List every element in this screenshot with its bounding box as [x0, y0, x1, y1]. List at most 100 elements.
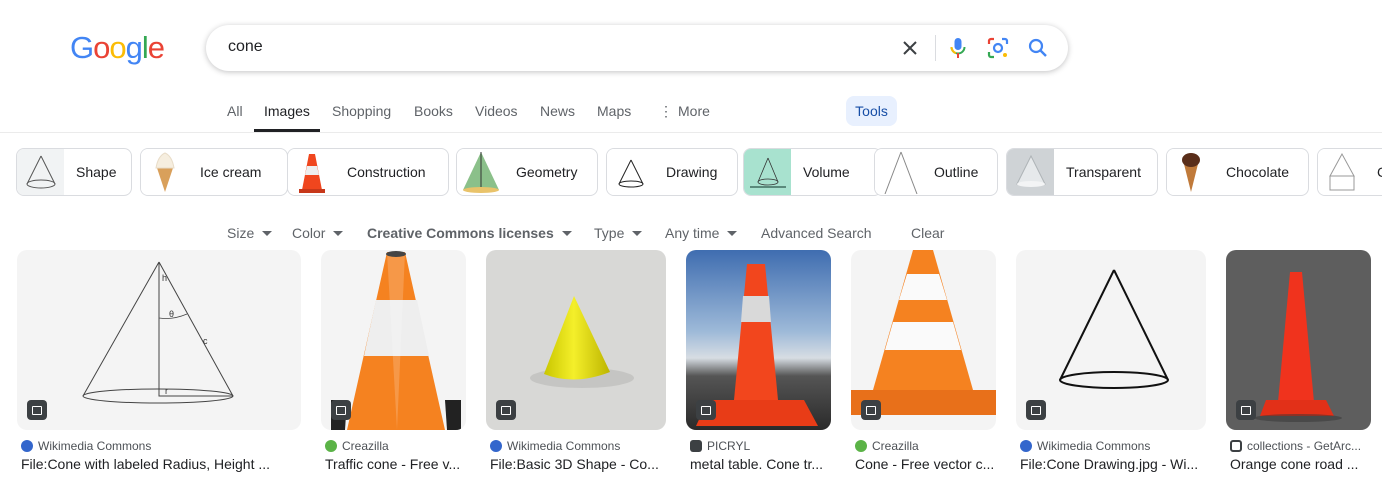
label-c: c [203, 336, 208, 346]
dropdown-caret-icon [262, 230, 273, 236]
tab-maps[interactable]: Maps [597, 103, 631, 119]
chip-label: Drawing [666, 164, 718, 180]
result-image[interactable] [486, 250, 666, 430]
advanced-search-link[interactable]: Advanced Search [761, 225, 872, 241]
image-type-icon [1026, 400, 1046, 420]
result-source[interactable]: Creazilla [855, 439, 919, 453]
result-source[interactable]: collections - GetArc... [1230, 439, 1361, 453]
chip-thumbnail [875, 149, 922, 195]
result-title[interactable]: Cone - Free vector c... [855, 456, 996, 472]
chip-volume[interactable]: Volume [743, 148, 882, 196]
filter-label: Color [292, 225, 326, 241]
search-input[interactable] [228, 38, 868, 56]
logo-letter: e [147, 30, 165, 65]
more-vert-icon: ⋮ [659, 103, 673, 119]
chip-label: Outline [934, 164, 979, 180]
result-source[interactable]: Wikimedia Commons [1020, 439, 1150, 453]
chip-thumbnail [288, 149, 335, 195]
tab-images[interactable]: Images [264, 103, 310, 119]
source-name: Wikimedia Commons [38, 439, 152, 453]
result-image[interactable] [1226, 250, 1371, 430]
image-result[interactable]: PICRYL metal table. Cone tr... [686, 250, 831, 472]
chip-thumbnail [1167, 149, 1214, 195]
chip-geometry[interactable]: Geometry [456, 148, 598, 196]
chip-outline[interactable]: Outline [874, 148, 998, 196]
result-image[interactable] [1016, 250, 1206, 430]
image-type-icon [331, 400, 351, 420]
chip-thumbnail [1007, 149, 1054, 195]
tab-books[interactable]: Books [414, 103, 453, 119]
result-title[interactable]: Traffic cone - Free v... [325, 456, 466, 472]
chip-label: Construction [347, 164, 426, 180]
tab-news[interactable]: News [540, 103, 575, 119]
filter-label: Type [594, 225, 625, 241]
result-source[interactable]: Wikimedia Commons [21, 439, 151, 453]
filter-label: Any time [665, 225, 720, 241]
source-name: Wikimedia Commons [1037, 439, 1151, 453]
result-image[interactable] [686, 250, 831, 430]
image-result[interactable]: h θ c r Wikimedia Commons File:Cone with… [17, 250, 301, 472]
result-image[interactable]: h θ c r [17, 250, 301, 430]
filter-row: Size Color Creative Commons licenses Typ… [0, 222, 1382, 244]
filter-color[interactable]: Color [292, 225, 344, 241]
filter-time[interactable]: Any time [665, 225, 738, 241]
chip-chocolate[interactable]: Chocolate [1166, 148, 1309, 196]
chip-thumbnail [744, 149, 791, 195]
camera-lens-icon[interactable] [986, 36, 1010, 60]
mic-icon[interactable] [946, 36, 970, 60]
chip-more-partial[interactable]: C [1317, 148, 1382, 196]
search-icon[interactable] [1026, 36, 1050, 60]
logo-letter: o [93, 30, 110, 65]
chip-drawing[interactable]: Drawing [606, 148, 738, 196]
tab-shopping[interactable]: Shopping [332, 103, 391, 119]
result-title[interactable]: metal table. Cone tr... [690, 456, 831, 472]
image-result[interactable]: collections - GetArc... Orange cone road… [1226, 250, 1371, 472]
tools-button[interactable]: Tools [846, 96, 897, 126]
chip-construction[interactable]: Construction [287, 148, 449, 196]
result-source[interactable]: Creazilla [325, 439, 389, 453]
result-source[interactable]: PICRYL [690, 439, 750, 453]
chip-label: Transparent [1066, 164, 1141, 180]
image-result[interactable]: Wikimedia Commons File:Cone Drawing.jpg … [1016, 250, 1206, 472]
image-result[interactable]: Creazilla Traffic cone - Free v... [321, 250, 466, 472]
tab-videos[interactable]: Videos [475, 103, 518, 119]
refinement-chips: Shape Ice cream Construction Geometry Dr… [16, 148, 1382, 196]
close-icon[interactable] [898, 36, 922, 60]
result-image[interactable] [321, 250, 466, 430]
filter-size[interactable]: Size [227, 225, 273, 241]
result-title[interactable]: File:Basic 3D Shape - Co... [490, 456, 666, 472]
picryl-icon [690, 440, 702, 452]
wikimedia-icon [490, 440, 502, 452]
result-source[interactable]: Wikimedia Commons [490, 439, 620, 453]
logo-letter: g [125, 30, 143, 65]
logo-letter: G [70, 30, 94, 65]
search-tabs: All Images Shopping Books Videos News Ma… [0, 96, 1382, 133]
chip-transparent[interactable]: Transparent [1006, 148, 1158, 196]
result-title[interactable]: Orange cone road ... [1230, 456, 1371, 472]
google-logo[interactable]: Google [70, 30, 165, 66]
chip-label: Ice cream [200, 164, 262, 180]
source-name: collections - GetArc... [1247, 439, 1362, 453]
filter-type[interactable]: Type [594, 225, 643, 241]
tab-more-label: More [678, 103, 710, 119]
result-title[interactable]: File:Cone Drawing.jpg - Wi... [1020, 456, 1206, 472]
logo-letter: o [109, 30, 126, 65]
label-h: h [162, 273, 167, 283]
image-result[interactable]: Wikimedia Commons File:Basic 3D Shape - … [486, 250, 666, 472]
result-image[interactable] [851, 250, 996, 430]
filter-label: Size [227, 225, 255, 241]
filter-license[interactable]: Creative Commons licenses [367, 225, 572, 241]
tab-all[interactable]: All [227, 103, 243, 119]
creazilla-icon [325, 440, 337, 452]
label-r: r [165, 386, 168, 396]
clear-filters-link[interactable]: Clear [911, 225, 944, 241]
dropdown-caret-icon [632, 230, 643, 236]
result-title[interactable]: File:Cone with labeled Radius, Height ..… [21, 456, 301, 472]
dropdown-caret-icon [333, 230, 344, 236]
tab-more[interactable]: ⋮ More [659, 103, 710, 120]
dropdown-caret-icon [561, 230, 572, 236]
chip-shape[interactable]: Shape [16, 148, 132, 196]
chip-ice-cream[interactable]: Ice cream [140, 148, 288, 196]
image-result[interactable]: Creazilla Cone - Free vector c... [851, 250, 996, 472]
source-name: Wikimedia Commons [507, 439, 621, 453]
